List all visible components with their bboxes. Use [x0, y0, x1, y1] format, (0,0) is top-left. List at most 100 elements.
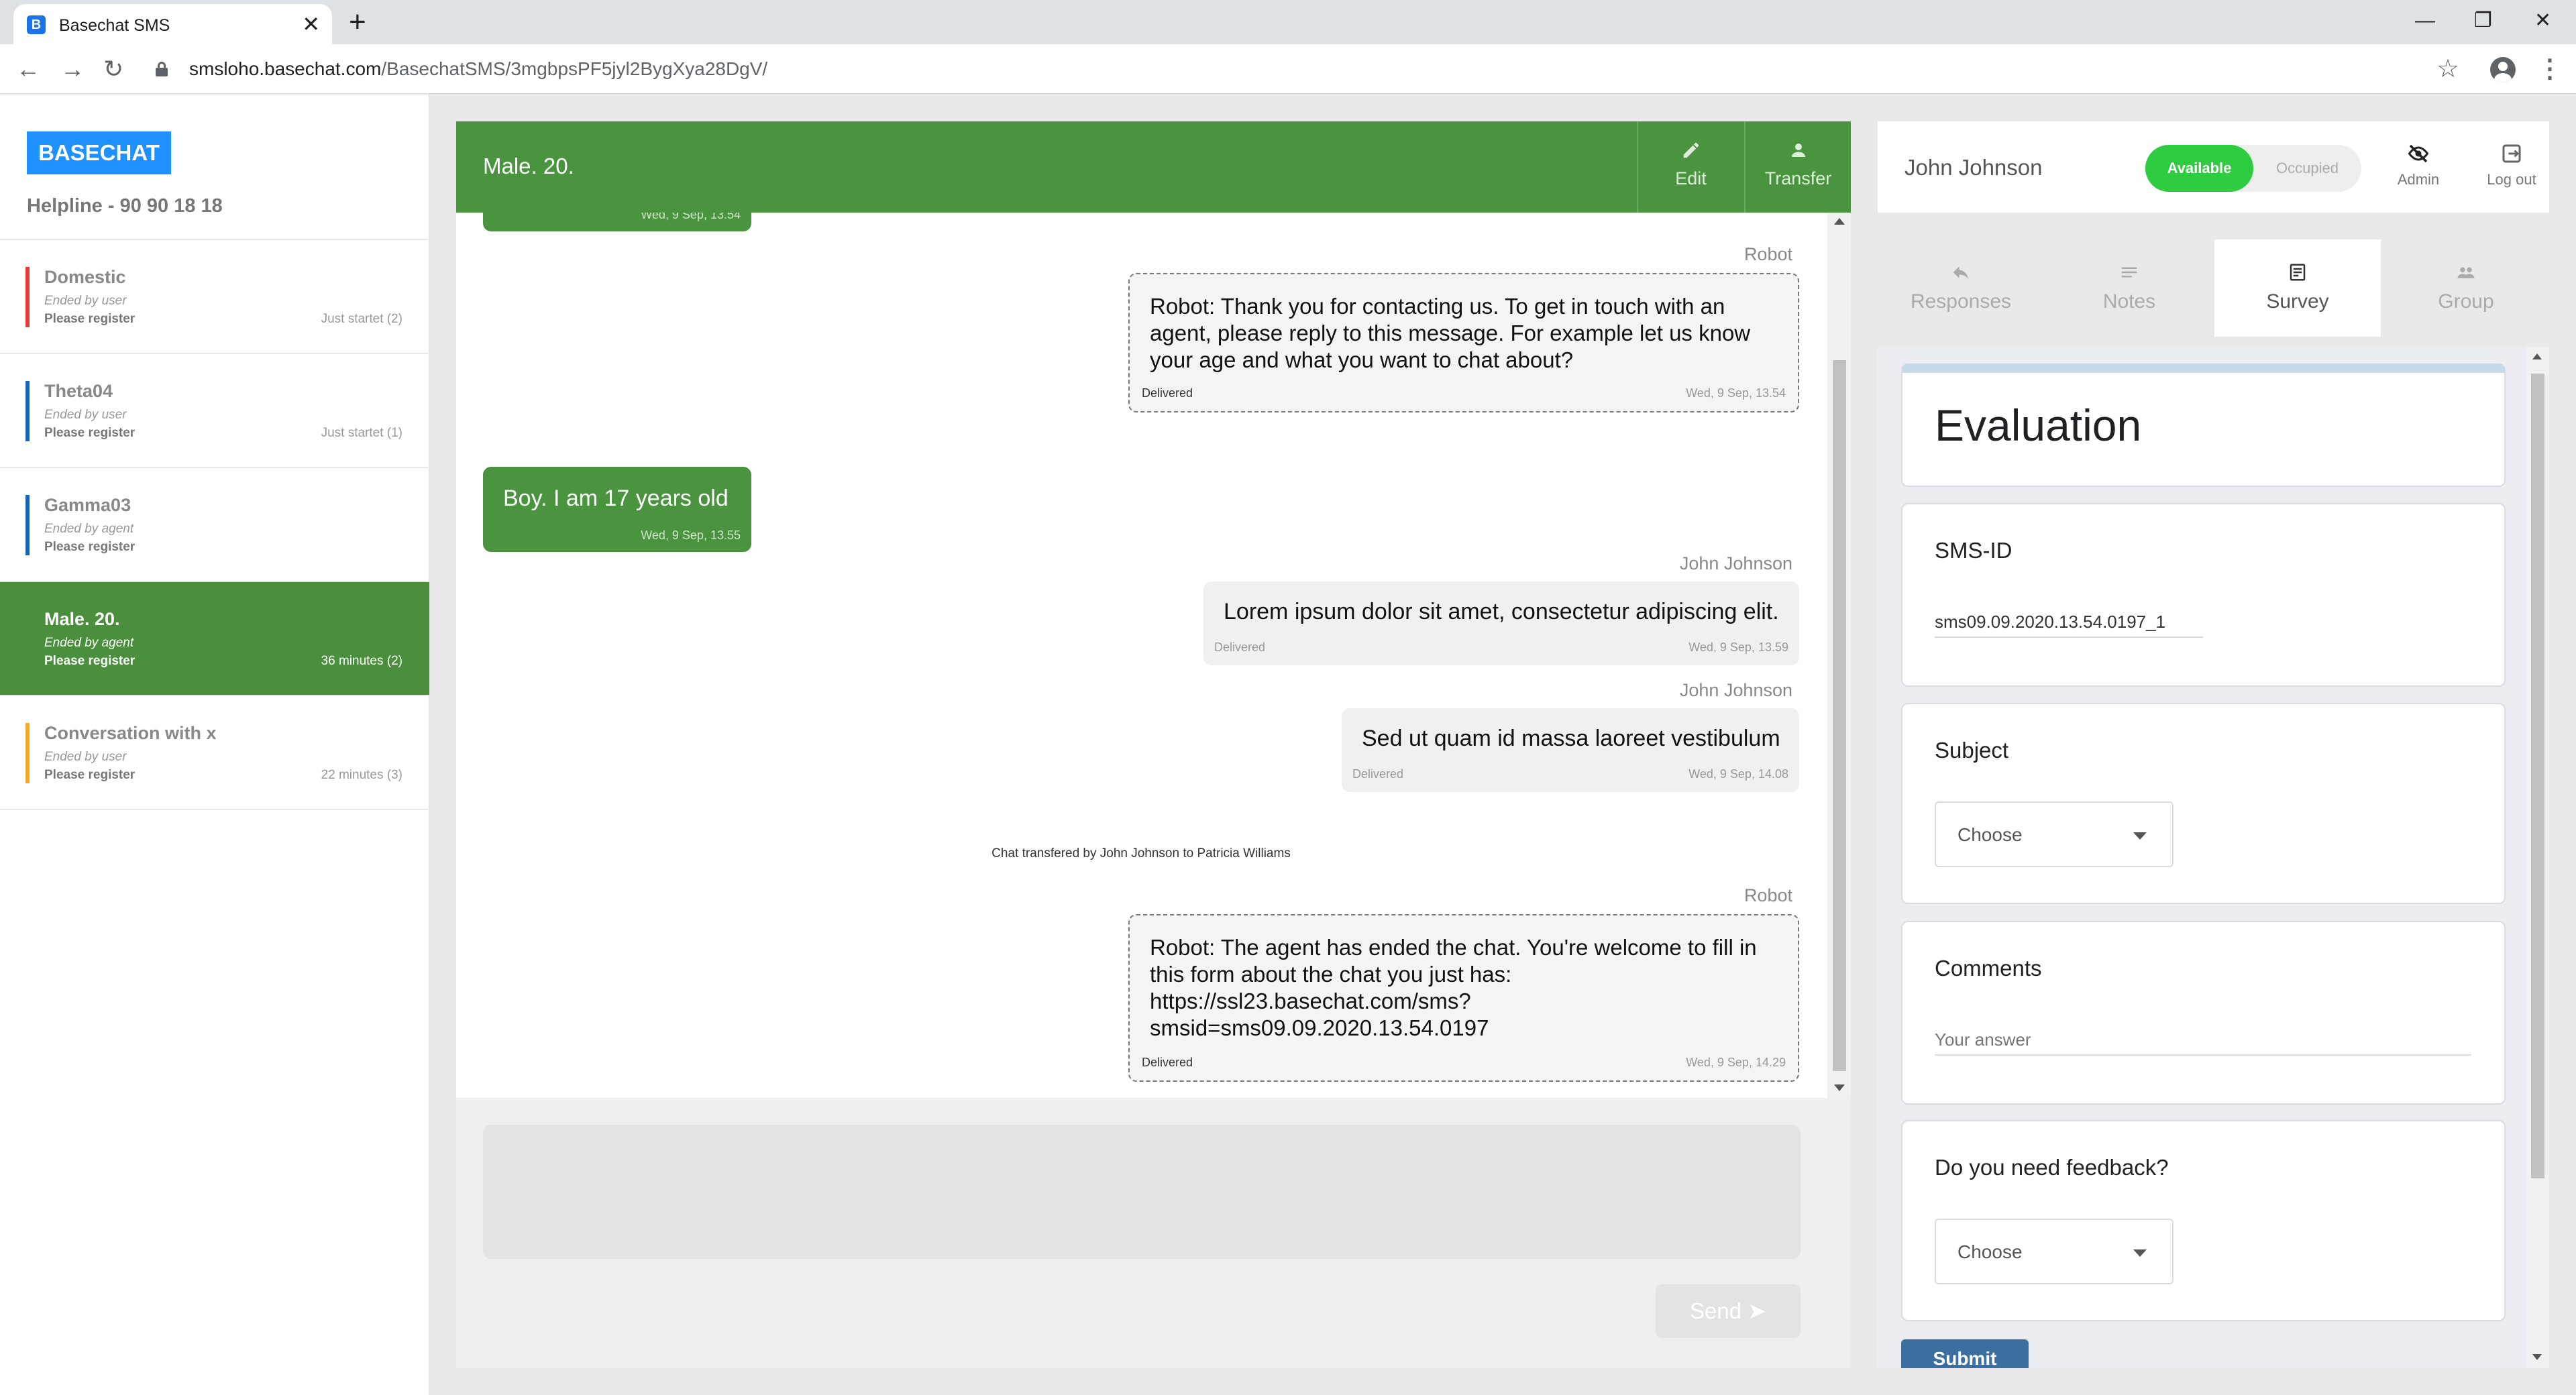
admin-label: Admin — [2397, 171, 2440, 188]
message-text: Boy. I am 17 years old — [503, 486, 729, 511]
scroll-down-icon[interactable] — [2532, 1354, 2542, 1360]
conversation-time: 36 minutes (2) — [321, 654, 402, 668]
chat-panel: Male. 20. Edit Transfer Wed, 9 Sep, 13.5… — [456, 121, 1851, 1368]
occupied-option[interactable]: Occupied — [2253, 145, 2361, 192]
bookmark-star-icon[interactable]: ☆ — [2436, 52, 2459, 86]
url-host: smsloho.basechat.com — [189, 58, 382, 79]
submit-button[interactable]: Submit — [1901, 1339, 2029, 1368]
new-tab-icon[interactable]: + — [349, 5, 366, 39]
logout-button[interactable]: Log out — [2471, 142, 2552, 188]
tab-label: Group — [2438, 290, 2494, 313]
tab-survey[interactable]: Survey — [2214, 239, 2381, 337]
scroll-down-icon[interactable] — [1834, 1084, 1845, 1091]
browser-menu-icon[interactable]: ⋮ — [2537, 52, 2563, 86]
conversation-item-active[interactable]: Male. 20. Ended by agent Please register… — [0, 582, 429, 696]
tab-title: Basechat SMS — [59, 16, 170, 35]
subject-select[interactable]: Choose — [1935, 801, 2174, 867]
available-option[interactable]: Available — [2145, 145, 2253, 192]
send-label: Send — [1690, 1298, 1742, 1323]
conversation-register: Please register — [44, 426, 136, 440]
conversation-time: 22 minutes (3) — [321, 768, 402, 782]
question-card: Subject Choose — [1901, 703, 2506, 904]
url-path: /BasechatSMS/3mgbpsPF5jyl2BygXya28DgV/ — [381, 58, 768, 79]
chat-scrollbar[interactable] — [1827, 213, 1851, 1098]
message-text: Robot: The agent has ended the chat. You… — [1150, 934, 1780, 1042]
agent-name: John Johnson — [1904, 155, 2043, 180]
panel-tabs: Responses Notes Survey Group — [1878, 239, 2549, 337]
tab-responses[interactable]: Responses — [1878, 239, 2044, 337]
lock-icon[interactable] — [156, 62, 168, 76]
conversation-time: Just startet (1) — [321, 426, 402, 440]
conversation-color-bar — [25, 495, 30, 555]
tab-notes[interactable]: Notes — [2046, 239, 2212, 337]
reload-icon[interactable]: ↻ — [103, 52, 123, 86]
conversation-register: Please register — [44, 768, 136, 782]
survey-scrollbar[interactable] — [2526, 347, 2549, 1368]
message-text-line: Robot: The agent has ended the chat. You… — [1150, 935, 1757, 987]
edit-button[interactable]: Edit — [1637, 121, 1743, 213]
minimize-icon[interactable]: — — [2415, 4, 2435, 38]
message-link-line: https://ssl23.basechat.com/sms? — [1150, 989, 1471, 1013]
composer-area: Send ➤ — [456, 1098, 1851, 1368]
conversation-color-bar — [25, 723, 30, 783]
admin-button[interactable]: Admin — [2378, 142, 2459, 188]
message-date: Wed, 9 Sep, 13.59 — [1688, 640, 1788, 654]
robot-message: Robot: Thank you for contacting us. To g… — [1128, 273, 1799, 412]
chevron-down-icon — [2133, 832, 2147, 840]
tab-group[interactable]: Group — [2383, 239, 2549, 337]
availability-toggle[interactable]: Available Occupied — [2145, 145, 2361, 192]
profile-avatar-icon[interactable] — [2490, 57, 2516, 82]
scrollbar-thumb[interactable] — [1833, 360, 1846, 1071]
address-bar: ← → ↻ smsloho.basechat.com/BasechatSMS/3… — [0, 44, 2576, 94]
person-icon — [1791, 144, 1805, 157]
eye-off-icon — [2408, 144, 2429, 163]
maximize-icon[interactable]: ❐ — [2474, 4, 2492, 38]
conversation-item[interactable]: Conversation with x Ended by user Please… — [0, 696, 429, 810]
select-value: Choose — [1957, 1241, 2023, 1262]
forward-icon[interactable]: → — [60, 52, 85, 86]
smsid-value[interactable]: sms09.09.2020.13.54.0197_1 — [1935, 612, 2165, 632]
send-button[interactable]: Send ➤ — [1656, 1284, 1801, 1338]
agent-bar: John Johnson Available Occupied Admin Lo… — [1878, 121, 2549, 213]
conversation-register: Please register — [44, 312, 136, 326]
send-icon: ➤ — [1748, 1298, 1766, 1323]
scroll-up-icon[interactable] — [1834, 218, 1845, 225]
favicon-icon: B — [27, 15, 46, 34]
transfer-label: Transfer — [1764, 168, 1832, 188]
browser-tab[interactable]: B Basechat SMS ✕ — [13, 4, 332, 44]
comments-input[interactable]: Your answer — [1935, 1029, 2031, 1050]
conversation-item[interactable]: Theta04 Ended by user Please register Ju… — [0, 354, 429, 468]
transfer-button[interactable]: Transfer — [1744, 121, 1851, 213]
outgoing-message: Lorem ipsum dolor sit amet, consectetur … — [1203, 581, 1799, 665]
conversation-item[interactable]: Gamma03 Ended by agent Please register — [0, 468, 429, 582]
tab-label: Survey — [2266, 290, 2329, 313]
message-text: Robot: Thank you for contacting us. To g… — [1150, 294, 1751, 372]
scroll-up-icon[interactable] — [2532, 353, 2542, 359]
conversation-color-bar — [25, 381, 30, 441]
answer-underline — [1935, 1054, 2471, 1056]
conversation-color-bar — [25, 267, 30, 327]
form-title: Evaluation — [1935, 400, 2142, 450]
tab-close-icon[interactable]: ✕ — [302, 12, 320, 36]
url-field[interactable]: smsloho.basechat.com/BasechatSMS/3mgbpsP… — [189, 58, 767, 80]
conversation-name: Gamma03 — [44, 495, 131, 515]
scrollbar-thumb[interactable] — [2531, 374, 2544, 1178]
message-input[interactable] — [483, 1125, 1801, 1259]
conversation-item[interactable]: Domestic Ended by user Please register J… — [0, 240, 429, 354]
survey-icon — [2290, 264, 2306, 281]
incoming-message: Boy. I am 17 years old Wed, 9 Sep, 13.55 — [483, 467, 751, 552]
conversation-time: Just startet (2) — [321, 312, 402, 326]
chevron-down-icon — [2133, 1249, 2147, 1257]
conversation-register: Please register — [44, 654, 136, 668]
message-status: Delivered — [1214, 640, 1266, 654]
conversation-name: Domestic — [44, 267, 126, 287]
message-sender: Robot — [1743, 244, 1792, 264]
tab-label: Notes — [2102, 290, 2156, 313]
message-sender: Robot — [1743, 885, 1792, 905]
feedback-select[interactable]: Choose — [1935, 1219, 2174, 1284]
brand-logo: BASECHAT — [27, 131, 171, 174]
window-close-icon[interactable]: ✕ — [2534, 4, 2551, 38]
back-icon[interactable]: ← — [16, 52, 40, 86]
chat-header: Male. 20. Edit Transfer — [456, 121, 1851, 213]
select-value: Choose — [1957, 824, 2023, 845]
